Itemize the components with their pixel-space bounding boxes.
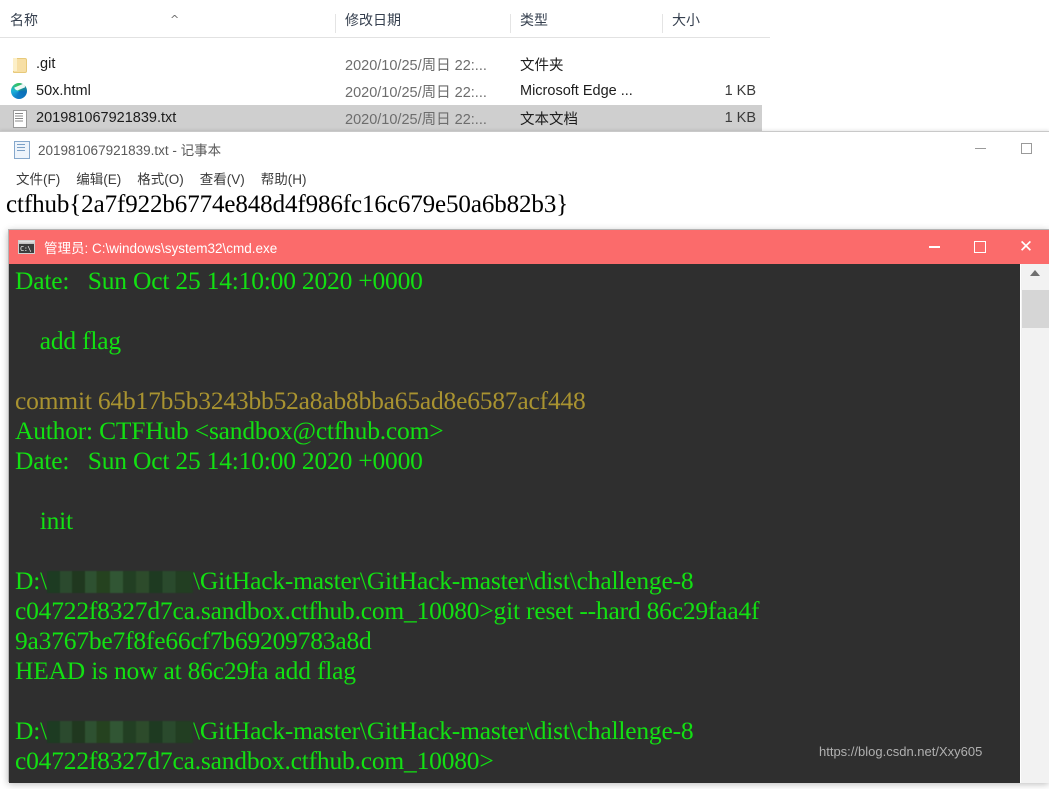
watermark-text: https://blog.csdn.net/Xxy605 <box>819 744 983 759</box>
terminal-line: add flag <box>15 326 121 355</box>
cmd-body: Date: Sun Oct 25 14:10:00 2020 +0000 add… <box>9 264 1049 783</box>
cmd-title-group: C:\ 管理员: C:\windows\system32\cmd.exe <box>9 237 277 257</box>
cmd-icon: C:\ <box>18 240 35 254</box>
file-date-cell: 2020/10/25/周日 22:... <box>345 84 487 101</box>
column-header-type-label: 类型 <box>520 12 548 28</box>
file-name-cell: 50x.html <box>0 78 335 104</box>
menu-format[interactable]: 格式(O) <box>130 166 191 190</box>
cmd-window: C:\ 管理员: C:\windows\system32\cmd.exe ✕ D… <box>8 229 1049 783</box>
notepad-title-text: 201981067921839.txt - 记事本 <box>38 142 222 158</box>
notepad-titlebar[interactable]: 201981067921839.txt - 记事本 <box>0 132 1049 165</box>
folder-icon <box>10 55 28 73</box>
notepad-minimize-button[interactable] <box>957 132 1003 165</box>
file-name-cell: .git <box>0 51 335 77</box>
terminal-line: commit 64b17b5b3243bb52a8ab8bba65ad8e658… <box>15 386 586 415</box>
cmd-maximize-button[interactable] <box>957 230 1003 264</box>
file-size-cell: 1 KB <box>724 83 756 99</box>
terminal-line: D:\ \GitHack-master\GitHack-master\dist\c… <box>15 566 1020 596</box>
file-size-cell <box>662 51 762 77</box>
cmd-titlebar[interactable]: C:\ 管理员: C:\windows\system32\cmd.exe ✕ <box>9 230 1049 264</box>
scrollbar-thumb[interactable] <box>1022 290 1049 328</box>
minimize-icon <box>974 147 986 150</box>
terminal-path-prefix: D:\ <box>15 716 47 745</box>
screen-root: 名称 ^ 修改日期 类型 大小 .git 2020/10/25/周日 22:..… <box>0 0 1049 789</box>
terminal-output[interactable]: Date: Sun Oct 25 14:10:00 2020 +0000 add… <box>9 264 1020 783</box>
close-icon: ✕ <box>1018 236 1034 257</box>
cmd-title-text: 管理员: C:\windows\system32\cmd.exe <box>44 241 278 256</box>
terminal-path-suffix: \GitHack-master\GitHack-master\dist\chal… <box>193 716 694 745</box>
chevron-up-icon[interactable] <box>1030 270 1040 276</box>
notepad-menubar: 文件(F) 编辑(E) 格式(O) 查看(V) 帮助(H) <box>0 165 1049 191</box>
notepad-text-area[interactable]: ctfhub{2a7f922b6774e848d4f986fc16c679e50… <box>0 191 1049 218</box>
file-name-label: 50x.html <box>36 83 91 99</box>
file-size-cell: 1 KB <box>724 110 756 126</box>
table-row[interactable]: 201981067921839.txt 2020/10/25/周日 22:...… <box>0 105 762 131</box>
menu-file[interactable]: 文件(F) <box>9 166 67 190</box>
menu-view[interactable]: 查看(V) <box>193 166 252 190</box>
file-name-label: 201981067921839.txt <box>36 110 177 126</box>
terminal-line: init <box>15 506 73 535</box>
minimize-icon <box>928 246 940 248</box>
redacted-path-block <box>47 571 193 593</box>
file-date-cell: 2020/10/25/周日 22:... <box>345 57 487 74</box>
cmd-close-button[interactable]: ✕ <box>1003 230 1049 264</box>
file-name-label: .git <box>36 56 56 72</box>
column-header-name-label: 名称 <box>10 12 38 28</box>
file-type-cell: 文件夹 <box>520 57 564 74</box>
column-header-size[interactable]: 大小 <box>662 8 765 37</box>
notepad-title-group: 201981067921839.txt - 记事本 <box>0 139 221 159</box>
column-header-type[interactable]: 类型 <box>510 8 662 37</box>
terminal-path-suffix: \GitHack-master\GitHack-master\dist\chal… <box>193 566 694 595</box>
file-date-cell: 2020/10/25/周日 22:... <box>345 111 487 128</box>
file-name-cell: 201981067921839.txt <box>0 105 335 131</box>
notepad-window-controls <box>957 132 1049 165</box>
edge-icon <box>10 82 28 100</box>
menu-help[interactable]: 帮助(H) <box>254 166 314 190</box>
terminal-line: HEAD is now at 86c29fa add flag <box>15 656 356 685</box>
cmd-scrollbar[interactable] <box>1020 264 1049 783</box>
notepad-icon <box>12 140 30 159</box>
terminal-line: Date: Sun Oct 25 14:10:00 2020 +0000 <box>15 266 423 295</box>
file-list-header: 名称 ^ 修改日期 类型 大小 <box>0 8 770 38</box>
column-header-date[interactable]: 修改日期 <box>335 8 510 37</box>
text-file-icon <box>10 109 28 128</box>
column-header-size-label: 大小 <box>672 12 700 28</box>
terminal-line: c04722f8327d7ca.sandbox.ctfhub.com_10080… <box>15 596 760 625</box>
terminal-line: Author: CTFHub <sandbox@ctfhub.com> <box>15 416 444 445</box>
column-header-name[interactable]: 名称 ^ <box>0 8 335 37</box>
table-row[interactable]: .git 2020/10/25/周日 22:... 文件夹 <box>0 51 762 77</box>
cmd-minimize-button[interactable] <box>911 230 957 264</box>
cmd-icon-glyph: C:\ <box>20 245 32 253</box>
terminal-path-prefix: D:\ <box>15 566 47 595</box>
sort-ascending-icon: ^ <box>170 13 180 26</box>
notepad-maximize-button[interactable] <box>1003 132 1049 165</box>
menu-edit[interactable]: 编辑(E) <box>69 166 128 190</box>
file-type-cell: Microsoft Edge ... <box>520 83 633 99</box>
column-header-date-label: 修改日期 <box>345 12 401 28</box>
terminal-line: 9a3767be7f8fe66cf7b69209783a8d <box>15 626 372 655</box>
maximize-icon <box>974 241 986 253</box>
cmd-window-controls: ✕ <box>911 230 1049 264</box>
redacted-path-block <box>47 721 193 743</box>
table-row[interactable]: 50x.html 2020/10/25/周日 22:... Microsoft … <box>0 78 762 104</box>
terminal-line: Date: Sun Oct 25 14:10:00 2020 +0000 <box>15 446 423 475</box>
file-type-cell: 文本文档 <box>520 111 578 128</box>
maximize-icon <box>1020 143 1032 154</box>
terminal-line: D:\ \GitHack-master\GitHack-master\dist\c… <box>15 716 1020 746</box>
